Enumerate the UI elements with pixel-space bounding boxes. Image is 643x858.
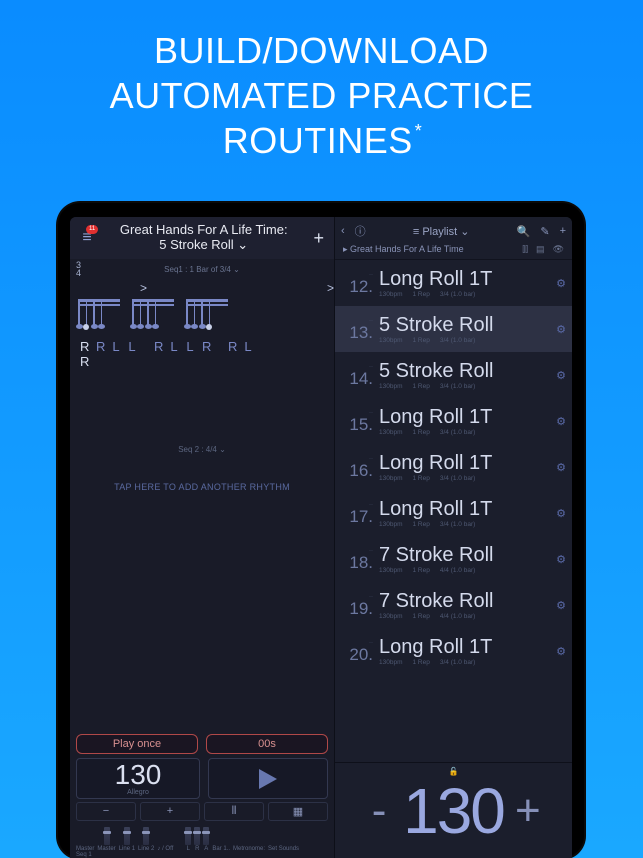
- right-subheader: ▸ Great Hands For A Life Time ⫿⫿ ▤ 👁: [335, 242, 572, 260]
- notes-icon[interactable]: ▤: [536, 244, 545, 255]
- seq2-label[interactable]: Seq 2 : 4/4 ⌄: [70, 445, 334, 454]
- back-icon[interactable]: ‹: [341, 225, 345, 237]
- tempo-value[interactable]: 130: [403, 774, 504, 848]
- mixer-seq-row: Seq 1: [70, 852, 334, 858]
- fader-line2[interactable]: [143, 827, 149, 845]
- mixer-strip: Master Master Line 1 Line 2 ♪ / Off L R …: [70, 825, 334, 852]
- sticking-extra: R: [78, 354, 326, 369]
- play-button[interactable]: [208, 758, 328, 799]
- eye-icon[interactable]: 👁: [553, 244, 564, 255]
- list-item[interactable]: ··14. 5 Stroke Roll130bpm1 Rep3/4 (1.0 b…: [335, 352, 572, 398]
- list-item[interactable]: ··19. 7 Stroke Roll130bpm1 Rep4/4 (1.0 b…: [335, 582, 572, 628]
- bpm-label: Allegro: [79, 789, 197, 796]
- gear-icon[interactable]: ⚙: [556, 645, 566, 658]
- sticking-row: RRLL RLLR RL: [78, 339, 326, 354]
- seq1-bar: 34 Seq1 : 1 Bar of 3/4 ⌄: [70, 259, 334, 279]
- list-item[interactable]: ··20. Long Roll 1T130bpm1 Rep3/4 (1.0 ba…: [335, 628, 572, 674]
- list-item[interactable]: ··17. Long Roll 1T130bpm1 Rep3/4 (1.0 ba…: [335, 490, 572, 536]
- bpm-minus-button[interactable]: −: [76, 802, 136, 821]
- gear-icon[interactable]: ⚙: [556, 461, 566, 474]
- list-item[interactable]: ··13. 5 Stroke Roll130bpm1 Rep3/4 (1.0 b…: [335, 306, 572, 352]
- left-title[interactable]: Great Hands For A Life Time: 5 Stroke Ro…: [98, 223, 309, 253]
- gear-icon[interactable]: ⚙: [556, 553, 566, 566]
- bpm-value: 130: [79, 761, 197, 789]
- notation-area[interactable]: >> RRLL RLLR RL R: [70, 279, 334, 365]
- hero-line3: ROUTINES: [223, 120, 413, 161]
- gear-icon[interactable]: ⚙: [556, 507, 566, 520]
- left-pane: ≡11 Great Hands For A Life Time: 5 Strok…: [70, 217, 335, 858]
- timer-display[interactable]: 00s: [206, 734, 328, 754]
- search-icon[interactable]: 🔍: [517, 225, 531, 238]
- menu-button[interactable]: ≡11: [76, 229, 98, 247]
- gear-icon[interactable]: ⚙: [556, 415, 566, 428]
- list-item[interactable]: ··12. Long Roll 1T130bpm1 Rep3/4 (1.0 ba…: [335, 260, 572, 306]
- stats-icon[interactable]: ⫿⫿: [522, 244, 528, 255]
- big-tempo-panel: 🔓 - 130 +: [335, 762, 572, 858]
- fader-master[interactable]: [104, 827, 110, 845]
- list-item[interactable]: ··18. 7 Stroke Roll130bpm1 Rep4/4 (1.0 b…: [335, 536, 572, 582]
- gear-icon[interactable]: ⚙: [556, 323, 566, 336]
- playlist-dropdown[interactable]: ≡ Playlist ⌄: [376, 225, 507, 238]
- app-screen: ≡11 Great Hands For A Life Time: 5 Strok…: [70, 217, 572, 858]
- list-item[interactable]: ··15. Long Roll 1T130bpm1 Rep3/4 (1.0 ba…: [335, 398, 572, 444]
- title-line2: 5 Stroke Roll ⌄: [98, 238, 309, 253]
- add-button[interactable]: +: [309, 228, 328, 249]
- hero-headline: BUILD/DOWNLOAD AUTOMATED PRACTICE ROUTIN…: [0, 0, 643, 175]
- notification-badge: 11: [86, 225, 98, 234]
- play-icon: [259, 769, 277, 789]
- grid-icon[interactable]: ▦: [268, 802, 328, 821]
- fader-r[interactable]: [194, 827, 200, 845]
- bpm-display[interactable]: 130 Allegro: [76, 758, 200, 799]
- fader-line1[interactable]: [124, 827, 130, 845]
- seq1-label[interactable]: Seq1 : 1 Bar of 3/4 ⌄: [94, 265, 310, 274]
- edit-icon[interactable]: ✎: [540, 225, 549, 238]
- tablet-frame: ≡11 Great Hands For A Life Time: 5 Strok…: [58, 203, 584, 858]
- playlist-list[interactable]: ··12. Long Roll 1T130bpm1 Rep3/4 (1.0 ba…: [335, 260, 572, 762]
- left-header: ≡11 Great Hands For A Life Time: 5 Strok…: [70, 217, 334, 259]
- play-mode-button[interactable]: Play once: [76, 734, 198, 754]
- seq1-label-small: Seq 1: [76, 852, 92, 858]
- time-signature[interactable]: 34: [76, 261, 94, 277]
- list-item[interactable]: ··16. Long Roll 1T130bpm1 Rep3/4 (1.0 ba…: [335, 444, 572, 490]
- add-rhythm-prompt[interactable]: TAP HERE TO ADD ANOTHER RHYTHM: [70, 482, 334, 492]
- transport-panel: Play once 00s 130 Allegro − + ⦀ ▦: [70, 730, 334, 825]
- fader-l[interactable]: [185, 827, 191, 845]
- add-playlist-icon[interactable]: +: [560, 225, 566, 237]
- bars-icon[interactable]: ⦀: [204, 802, 264, 821]
- fader-a[interactable]: [203, 827, 209, 845]
- gear-icon[interactable]: ⚙: [556, 599, 566, 612]
- right-header: ‹ ⓘ ≡ Playlist ⌄ 🔍 ✎ +: [335, 217, 572, 242]
- hero-line1: BUILD/DOWNLOAD: [154, 30, 489, 71]
- hero-line2: AUTOMATED PRACTICE: [110, 75, 534, 116]
- lock-icon[interactable]: 🔓: [449, 767, 459, 776]
- note-beams: [78, 299, 326, 331]
- breadcrumb[interactable]: ▸ Great Hands For A Life Time: [343, 244, 514, 255]
- title-line1: Great Hands For A Life Time:: [98, 223, 309, 238]
- tempo-minus-button[interactable]: -: [355, 786, 403, 836]
- gear-icon[interactable]: ⚙: [556, 369, 566, 382]
- hero-asterisk: *: [415, 121, 423, 141]
- bpm-plus-button[interactable]: +: [140, 802, 200, 821]
- accent-row: >>: [70, 281, 334, 295]
- right-pane: ‹ ⓘ ≡ Playlist ⌄ 🔍 ✎ + ▸ Great Hands For…: [335, 217, 572, 858]
- tempo-plus-button[interactable]: +: [504, 786, 552, 836]
- info-icon[interactable]: ⓘ: [355, 223, 366, 239]
- gear-icon[interactable]: ⚙: [556, 277, 566, 290]
